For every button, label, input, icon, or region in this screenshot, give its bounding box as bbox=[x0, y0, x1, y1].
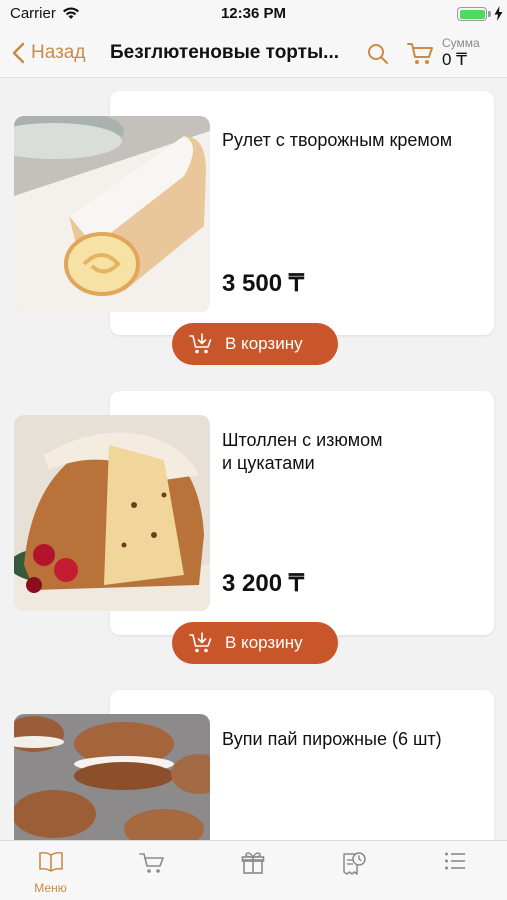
cart-download-icon bbox=[189, 333, 212, 354]
add-to-cart-button[interactable]: В корзину bbox=[172, 323, 338, 365]
chevron-left-icon bbox=[12, 42, 25, 64]
product-image-whoopie-pies[interactable] bbox=[14, 714, 210, 840]
sum-value: 0 ₸ bbox=[442, 50, 467, 69]
back-label: Назад bbox=[31, 42, 86, 63]
add-to-cart-button[interactable]: В корзину bbox=[172, 622, 338, 664]
order-history-icon bbox=[342, 852, 366, 875]
tab-gifts[interactable] bbox=[202, 841, 303, 900]
gift-icon bbox=[241, 852, 264, 874]
tab-cart[interactable] bbox=[101, 841, 202, 900]
add-to-cart-label: В корзину bbox=[225, 334, 303, 353]
search-icon[interactable] bbox=[366, 42, 390, 66]
navigation-bar: Назад Безглютеновые торты... Сумма 0 ₸ bbox=[0, 28, 507, 78]
tab-menu[interactable]: Меню bbox=[0, 841, 101, 900]
status-bar: Carrier 12:36 PM bbox=[0, 0, 507, 28]
product-title: Штоллен с изюмом и цукатами bbox=[222, 430, 383, 473]
list-icon bbox=[444, 852, 465, 870]
battery-icon bbox=[457, 7, 487, 21]
tab-order-history[interactable] bbox=[303, 841, 404, 900]
product-title: Рулет с творожным кремом bbox=[222, 130, 453, 150]
tab-label: Меню bbox=[34, 881, 67, 895]
tab-bar: Меню bbox=[0, 840, 507, 900]
cart-download-icon bbox=[189, 632, 212, 653]
status-time: 12:36 PM bbox=[220, 5, 287, 22]
page-title: Безглютеновые торты... bbox=[110, 42, 340, 63]
product-price: 3 500 ₸ bbox=[222, 270, 304, 297]
sum-label: Сумма bbox=[442, 36, 480, 50]
product-image-stollen[interactable] bbox=[14, 415, 210, 611]
add-to-cart-label: В корзину bbox=[225, 633, 303, 652]
cart-icon[interactable] bbox=[407, 41, 435, 67]
cart-icon bbox=[138, 853, 164, 873]
product-image-swiss-roll[interactable] bbox=[14, 116, 210, 312]
battery-tip bbox=[488, 11, 491, 17]
product-price: 3 200 ₸ bbox=[222, 570, 304, 597]
book-icon bbox=[38, 851, 63, 872]
back-button[interactable]: Назад bbox=[12, 38, 85, 68]
charging-icon bbox=[494, 6, 503, 21]
product-title: Вупи пай пирожные (6 шт) bbox=[222, 729, 442, 749]
tab-more[interactable] bbox=[404, 841, 505, 900]
